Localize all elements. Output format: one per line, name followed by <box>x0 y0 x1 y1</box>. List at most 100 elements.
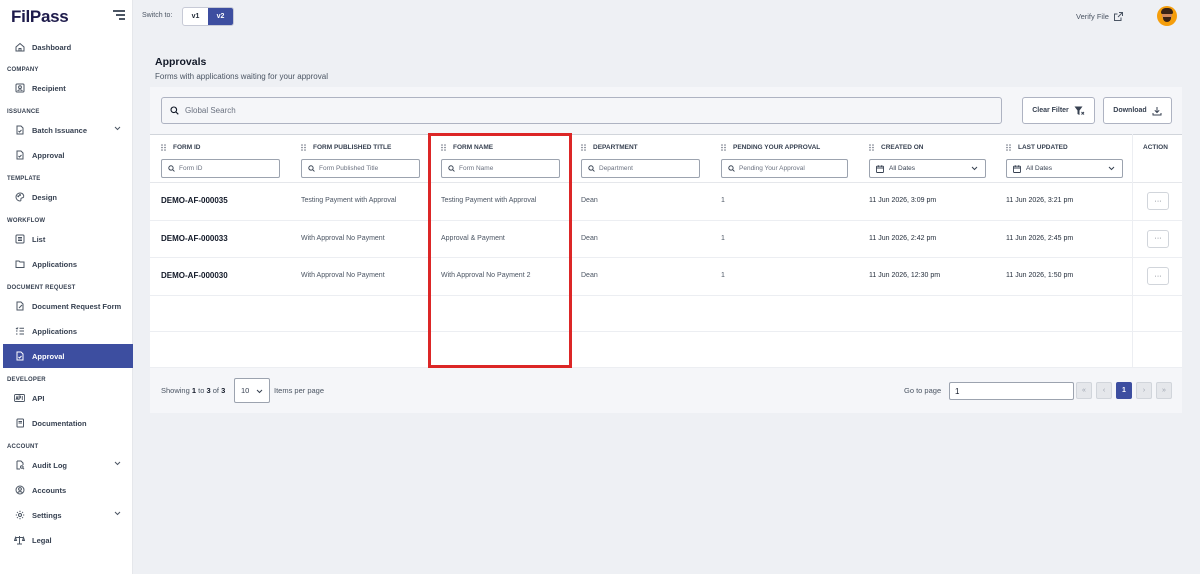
sidebar-item-recipient[interactable]: Recipient <box>3 76 133 100</box>
switch-label: Switch to: <box>142 12 173 19</box>
filter-form-published-title-input[interactable] <box>319 165 419 172</box>
items-per-page-select[interactable]: 10 <box>234 378 270 403</box>
column-header-created-on[interactable]: CREATED ON <box>869 144 924 151</box>
sidebar-item-label: Documentation <box>32 418 87 428</box>
filter-form-id-input[interactable] <box>179 165 279 172</box>
sidebar-item-label: Audit Log <box>32 460 67 470</box>
cell-published-title: With Approval No Payment <box>301 272 385 279</box>
table-row[interactable]: DEMO-AF-000033 With Approval No Payment … <box>150 220 1182 258</box>
global-search-input[interactable] <box>185 106 985 115</box>
drag-handle-icon[interactable] <box>581 144 586 151</box>
chevron-down-icon <box>256 389 263 394</box>
section-title-company: COMPANY <box>7 67 39 73</box>
row-actions-button[interactable]: ··· <box>1147 229 1169 248</box>
chevron-down-icon <box>114 511 121 516</box>
sidebar-item-request-applications[interactable]: Applications <box>3 319 133 343</box>
cell-department: Dean <box>581 234 598 242</box>
empty-row <box>150 331 1182 368</box>
version-switch: v1 v2 <box>182 7 234 26</box>
cell-pending: 1 <box>721 234 725 242</box>
filpass-logo[interactable]: FilPass <box>11 7 69 27</box>
goto-page-input[interactable] <box>949 382 1074 400</box>
last-page-button[interactable]: » <box>1156 382 1172 399</box>
verify-file-link[interactable]: Verify File <box>1076 11 1124 22</box>
switch-v1-button[interactable]: v1 <box>183 8 208 25</box>
column-header-last-updated[interactable]: LAST UPDATED <box>1006 144 1068 151</box>
cell-last-updated: 11 Jun 2026, 3:21 pm <box>1006 197 1074 204</box>
clear-filter-label: Clear Filter <box>1032 107 1069 114</box>
page-1-button[interactable]: 1 <box>1116 382 1132 399</box>
row-actions-button[interactable]: ··· <box>1147 192 1169 210</box>
section-title-developer: DEVELOPER <box>7 377 46 383</box>
empty-row <box>150 295 1182 332</box>
drag-handle-icon[interactable] <box>161 144 166 151</box>
sidebar-item-batch-issuance[interactable]: Batch Issuance <box>3 118 133 142</box>
sidebar-item-approval[interactable]: Approval <box>3 344 133 368</box>
batch-document-icon <box>14 125 25 136</box>
drag-handle-icon[interactable] <box>869 144 874 151</box>
column-header-department[interactable]: DEPARTMENT <box>581 144 638 151</box>
sidebar-item-dashboard[interactable]: Dashboard <box>3 35 133 59</box>
table-row[interactable]: DEMO-AF-000030 With Approval No Payment … <box>150 258 1182 296</box>
sidebar-item-api[interactable]: API <box>3 386 133 410</box>
user-circle-icon <box>14 485 25 496</box>
user-avatar[interactable] <box>1157 6 1177 26</box>
column-header-form-id[interactable]: FORM ID <box>161 144 200 151</box>
items-per-page-label: Items per page <box>274 386 325 395</box>
cell-last-updated: 11 Jun 2026, 2:45 pm <box>1006 234 1074 242</box>
cell-form-id: DEMO-AF-000030 <box>161 271 228 280</box>
cell-created-on: 11 Jun 2026, 12:30 pm <box>869 272 941 279</box>
filter-form-published-title <box>301 159 420 178</box>
sidebar-item-workflow-applications[interactable]: Applications <box>3 252 133 276</box>
cell-form-name: Testing Payment with Approval <box>441 197 537 204</box>
document-icon <box>14 150 25 161</box>
sidebar-item-design[interactable]: Design <box>3 185 133 209</box>
column-header-pending-your-approval[interactable]: PENDING YOUR APPROVAL <box>721 144 820 151</box>
form-edit-icon <box>14 301 25 312</box>
row-actions-button[interactable]: ··· <box>1147 267 1169 285</box>
column-header-form-name[interactable]: FORM NAME <box>441 144 493 151</box>
cell-form-name: Approval & Payment <box>441 234 505 242</box>
download-button[interactable]: Download <box>1103 97 1172 124</box>
sidebar-item-documentation[interactable]: Documentation <box>3 411 133 435</box>
filter-last-updated-select[interactable]: All Dates <box>1006 159 1123 178</box>
first-page-button[interactable]: « <box>1076 382 1092 399</box>
download-icon <box>1152 106 1162 115</box>
sidebar-item-label: Design <box>32 192 58 202</box>
section-title-account: ACCOUNT <box>7 444 39 450</box>
external-link-icon <box>1113 12 1123 21</box>
filter-pending-your-approval-input[interactable] <box>739 165 847 172</box>
global-search <box>161 97 1002 124</box>
palette-icon <box>14 192 25 203</box>
table-row[interactable]: DEMO-AF-000035 Testing Payment with Appr… <box>150 183 1182 221</box>
drag-handle-icon[interactable] <box>441 144 446 151</box>
collapse-sidebar-icon[interactable] <box>113 10 125 20</box>
cell-form-id: DEMO-AF-000035 <box>161 196 228 205</box>
prev-page-button[interactable]: ‹ <box>1096 382 1112 399</box>
column-header-form-published-title[interactable]: FORM PUBLISHED TITLE <box>301 144 391 151</box>
filter-last-updated-value: All Dates <box>1026 165 1053 172</box>
approvals-panel: Clear Filter Download FORM ID FORM PUBLI… <box>150 87 1182 413</box>
filter-department-input[interactable] <box>599 165 699 172</box>
showing-count: Showing 1 to 3 of 3 <box>161 386 226 395</box>
filter-form-name-input[interactable] <box>459 165 559 172</box>
sidebar-item-accounts[interactable]: Accounts <box>3 478 133 502</box>
calendar-icon <box>876 164 884 173</box>
next-page-button[interactable]: › <box>1136 382 1152 399</box>
sidebar-item-list[interactable]: List <box>3 227 133 251</box>
clear-filter-button[interactable]: Clear Filter <box>1022 97 1095 124</box>
sidebar-item-document-request-form[interactable]: Document Request Form <box>3 294 133 318</box>
sidebar-item-legal[interactable]: Legal <box>3 528 133 552</box>
cell-created-on: 11 Jun 2026, 3:09 pm <box>869 197 937 204</box>
sidebar-item-label: API <box>32 393 45 403</box>
switch-v2-button[interactable]: v2 <box>208 8 233 25</box>
sidebar-item-settings[interactable]: Settings <box>3 503 133 527</box>
drag-handle-icon[interactable] <box>1006 144 1011 151</box>
filter-department <box>581 159 700 178</box>
drag-handle-icon[interactable] <box>301 144 306 151</box>
sidebar-item-issuance-approval[interactable]: Approval <box>3 143 133 167</box>
sidebar-item-label: Settings <box>32 510 62 520</box>
drag-handle-icon[interactable] <box>721 144 726 151</box>
filter-created-on-select[interactable]: All Dates <box>869 159 986 178</box>
sidebar-item-audit-log[interactable]: Audit Log <box>3 453 133 477</box>
